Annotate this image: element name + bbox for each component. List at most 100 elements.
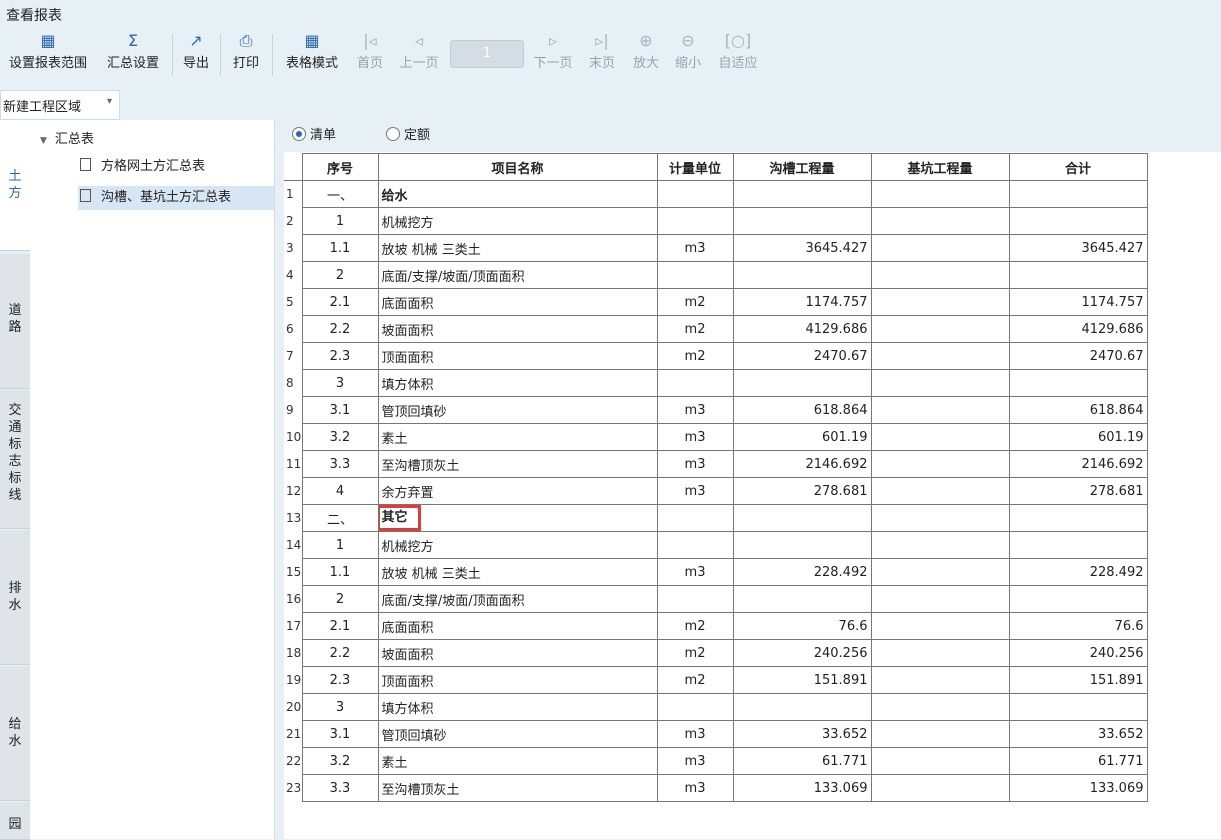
table-row[interactable]: 8 3 填方体积 bbox=[284, 369, 1148, 397]
row-number-cell[interactable]: 4 bbox=[284, 261, 303, 289]
tree-item-trench-pit-earthwork[interactable]: 沟槽、基坑土方汇总表 bbox=[78, 186, 274, 210]
page-number-input[interactable]: 1 bbox=[450, 40, 524, 68]
pit-qty-cell[interactable] bbox=[870, 234, 1010, 262]
seq-cell[interactable]: 2.3 bbox=[301, 666, 379, 694]
trench-qty-cell[interactable]: 240.256 bbox=[732, 639, 872, 667]
row-number-cell[interactable]: 2 bbox=[284, 207, 303, 235]
pit-qty-cell[interactable] bbox=[870, 396, 1010, 424]
total-cell[interactable]: 3645.427 bbox=[1008, 234, 1148, 262]
name-cell[interactable]: 机械挖方 bbox=[377, 531, 658, 559]
total-cell[interactable] bbox=[1008, 180, 1148, 208]
trench-qty-cell[interactable] bbox=[732, 693, 872, 721]
trench-qty-cell[interactable] bbox=[732, 207, 872, 235]
unit-cell[interactable]: m3 bbox=[656, 774, 734, 802]
trench-qty-cell[interactable] bbox=[732, 585, 872, 613]
trench-qty-cell[interactable]: 33.652 bbox=[732, 720, 872, 748]
pit-qty-cell[interactable] bbox=[870, 369, 1010, 397]
tab-earthwork[interactable]: 土方 bbox=[0, 120, 30, 251]
seq-cell[interactable]: 2.1 bbox=[301, 288, 379, 316]
name-cell[interactable]: 机械挖方 bbox=[377, 207, 658, 235]
row-number-cell[interactable]: 17 bbox=[284, 612, 303, 640]
total-cell[interactable]: 2470.67 bbox=[1008, 342, 1148, 370]
name-cell[interactable]: 至沟槽顶灰土 bbox=[377, 774, 658, 802]
unit-cell[interactable]: m3 bbox=[656, 477, 734, 505]
unit-cell[interactable] bbox=[656, 180, 734, 208]
name-cell[interactable]: 底面面积 bbox=[377, 612, 658, 640]
seq-cell[interactable]: 3.2 bbox=[301, 423, 379, 451]
trench-qty-cell[interactable]: 1174.757 bbox=[732, 288, 872, 316]
row-number-cell[interactable]: 1 bbox=[284, 180, 303, 208]
prev-page-button[interactable]: ◃ 上一页 bbox=[394, 30, 444, 80]
seq-cell[interactable]: 3.3 bbox=[301, 450, 379, 478]
total-cell[interactable] bbox=[1008, 585, 1148, 613]
total-cell[interactable]: 618.864 bbox=[1008, 396, 1148, 424]
table-section-row[interactable]: 13 二、 其它 bbox=[284, 504, 1148, 532]
unit-cell[interactable] bbox=[656, 504, 734, 532]
name-cell[interactable]: 至沟槽顶灰土 bbox=[377, 450, 658, 478]
table-row[interactable]: 17 2.1 底面面积 m2 76.6 76.6 bbox=[284, 612, 1148, 640]
table-row[interactable]: 11 3.3 至沟槽顶灰土 m3 2146.692 2146.692 bbox=[284, 450, 1148, 478]
total-cell[interactable]: 240.256 bbox=[1008, 639, 1148, 667]
unit-cell[interactable]: m3 bbox=[656, 396, 734, 424]
row-number-cell[interactable]: 13 bbox=[284, 504, 303, 532]
name-cell[interactable]: 底面/支撑/坡面/顶面面积 bbox=[377, 585, 658, 613]
table-row[interactable]: 20 3 填方体积 bbox=[284, 693, 1148, 721]
trench-qty-cell[interactable] bbox=[732, 261, 872, 289]
total-cell[interactable] bbox=[1008, 693, 1148, 721]
table-row[interactable]: 22 3.2 素土 m3 61.771 61.771 bbox=[284, 747, 1148, 775]
area-dropdown[interactable]: 新建工程区域 ▾ bbox=[0, 90, 120, 120]
pit-qty-cell[interactable] bbox=[870, 558, 1010, 586]
total-cell[interactable]: 133.069 bbox=[1008, 774, 1148, 802]
row-number-cell[interactable]: 6 bbox=[284, 315, 303, 343]
unit-cell[interactable]: m2 bbox=[656, 315, 734, 343]
trench-qty-cell[interactable]: 618.864 bbox=[732, 396, 872, 424]
table-row[interactable]: 5 2.1 底面面积 m2 1174.757 1174.757 bbox=[284, 288, 1148, 316]
seq-cell[interactable]: 1.1 bbox=[301, 234, 379, 262]
table-row[interactable]: 9 3.1 管顶回填砂 m3 618.864 618.864 bbox=[284, 396, 1148, 424]
unit-cell[interactable]: m2 bbox=[656, 666, 734, 694]
tab-traffic-signs[interactable]: 交通标志标线 bbox=[0, 390, 30, 529]
print-button[interactable]: ⎙ 打印 bbox=[226, 30, 266, 80]
total-cell[interactable]: 601.19 bbox=[1008, 423, 1148, 451]
row-number-cell[interactable]: 15 bbox=[284, 558, 303, 586]
column-header[interactable]: 项目名称 bbox=[377, 153, 658, 181]
seq-cell[interactable]: 2.2 bbox=[301, 315, 379, 343]
trench-qty-cell[interactable]: 4129.686 bbox=[732, 315, 872, 343]
table-row[interactable]: 2 1 机械挖方 bbox=[284, 207, 1148, 235]
name-cell[interactable]: 填方体积 bbox=[377, 693, 658, 721]
tab-road[interactable]: 道路 bbox=[0, 254, 30, 389]
pit-qty-cell[interactable] bbox=[870, 423, 1010, 451]
row-number-cell[interactable]: 12 bbox=[284, 477, 303, 505]
name-cell[interactable]: 管顶回填砂 bbox=[377, 396, 658, 424]
table-row[interactable]: 6 2.2 坡面面积 m2 4129.686 4129.686 bbox=[284, 315, 1148, 343]
seq-cell[interactable]: 4 bbox=[301, 477, 379, 505]
table-section-row[interactable]: 1 一、 给水 bbox=[284, 180, 1148, 208]
pit-qty-cell[interactable] bbox=[870, 261, 1010, 289]
name-cell[interactable]: 顶面面积 bbox=[377, 666, 658, 694]
name-cell[interactable]: 坡面面积 bbox=[377, 639, 658, 667]
pit-qty-cell[interactable] bbox=[870, 315, 1010, 343]
name-cell[interactable]: 底面/支撑/坡面/顶面面积 bbox=[377, 261, 658, 289]
set-report-range-button[interactable]: ▦ 设置报表范围 bbox=[0, 30, 96, 80]
table-row[interactable]: 23 3.3 至沟槽顶灰土 m3 133.069 133.069 bbox=[284, 774, 1148, 802]
zoom-out-button[interactable]: ⊖ 缩小 bbox=[668, 30, 708, 80]
tree-root-summary[interactable]: ▼ 汇总表 bbox=[40, 128, 94, 147]
tab-drainage[interactable]: 排水 bbox=[0, 530, 30, 665]
row-number-cell[interactable]: 19 bbox=[284, 666, 303, 694]
total-cell[interactable] bbox=[1008, 207, 1148, 235]
pit-qty-cell[interactable] bbox=[870, 180, 1010, 208]
unit-cell[interactable] bbox=[656, 585, 734, 613]
unit-cell[interactable]: m2 bbox=[656, 342, 734, 370]
total-cell[interactable]: 76.6 bbox=[1008, 612, 1148, 640]
pit-qty-cell[interactable] bbox=[870, 207, 1010, 235]
name-cell[interactable]: 管顶回填砂 bbox=[377, 720, 658, 748]
table-row[interactable]: 15 1.1 放坡 机械 三类土 m3 228.492 228.492 bbox=[284, 558, 1148, 586]
name-cell[interactable]: 坡面面积 bbox=[377, 315, 658, 343]
pit-qty-cell[interactable] bbox=[870, 747, 1010, 775]
seq-cell[interactable]: 一、 bbox=[301, 180, 379, 208]
trench-qty-cell[interactable]: 61.771 bbox=[732, 747, 872, 775]
pit-qty-cell[interactable] bbox=[870, 720, 1010, 748]
row-number-cell[interactable]: 22 bbox=[284, 747, 303, 775]
row-number-cell[interactable]: 5 bbox=[284, 288, 303, 316]
radio-quota[interactable]: 定额 bbox=[386, 124, 430, 143]
